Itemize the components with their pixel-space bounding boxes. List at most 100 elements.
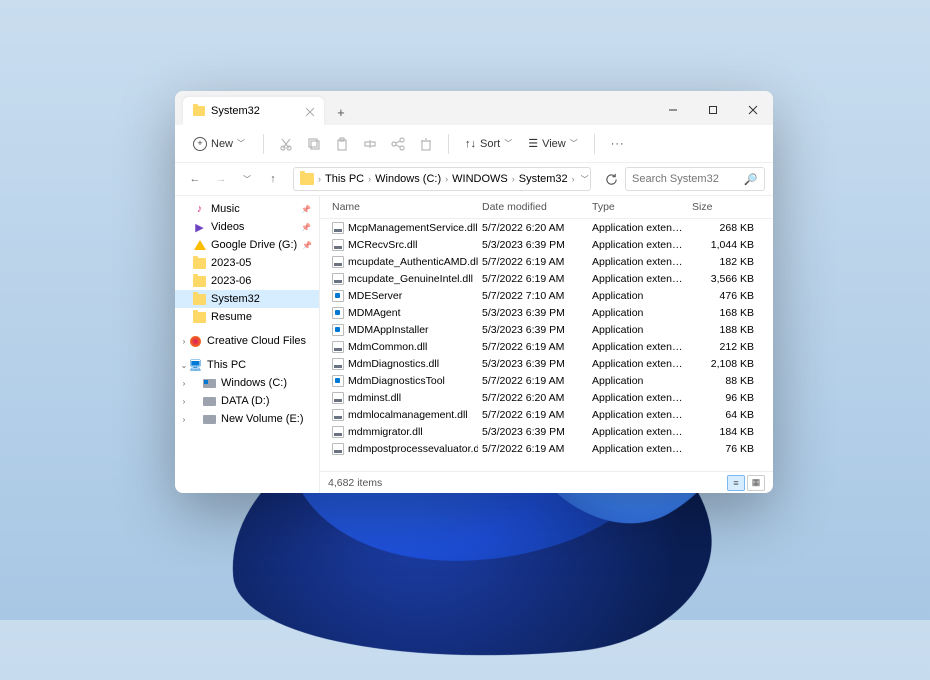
file-icon (332, 307, 344, 319)
sidebar-item[interactable]: ›Creative Cloud Files (175, 332, 319, 350)
breadcrumb-segment[interactable]: WINDOWS (450, 173, 510, 185)
sidebar-item[interactable]: Google Drive (G:) (175, 236, 319, 254)
recent-button[interactable]: ﹀ (235, 167, 259, 191)
file-row[interactable]: MdmCommon.dll5/7/2022 6:19 AMApplication… (320, 338, 773, 355)
breadcrumb-segment[interactable]: System32 (517, 173, 570, 185)
file-row[interactable]: mcupdate_AuthenticAMD.dll5/7/2022 6:19 A… (320, 253, 773, 270)
sidebar-item[interactable]: System32 (175, 290, 319, 308)
sidebar-item[interactable]: Resume (175, 308, 319, 326)
file-row[interactable]: McpManagementService.dll5/7/2022 6:20 AM… (320, 219, 773, 236)
search-input[interactable] (632, 173, 740, 185)
sidebar-item[interactable]: ♪Music (175, 200, 319, 218)
file-type: Application exten… (588, 409, 688, 421)
sidebar-item-drive[interactable]: ›Windows (C:) (175, 374, 319, 392)
file-row[interactable]: mdmlocalmanagement.dll5/7/2022 6:19 AMAp… (320, 406, 773, 423)
file-icon (332, 409, 344, 421)
file-name: mdmmigrator.dll (348, 426, 423, 438)
file-type: Application exten… (588, 222, 688, 234)
column-name[interactable]: Name (328, 199, 478, 215)
column-date[interactable]: Date modified (478, 199, 588, 215)
sidebar-item[interactable]: 2023-06 (175, 272, 319, 290)
navigation-bar: ← → ﹀ ↑ › This PC › Windows (C:) › WINDO… (175, 163, 773, 195)
file-row[interactable]: MDEServer5/7/2022 7:10 AMApplication476 … (320, 287, 773, 304)
up-button[interactable]: ↑ (261, 167, 285, 191)
file-name: MDEServer (348, 290, 402, 302)
view-button[interactable]: ☰ View ﹀ (522, 134, 584, 153)
file-date: 5/3/2023 6:39 PM (478, 324, 588, 336)
file-type: Application exten… (588, 273, 688, 285)
toolbar: + New ﹀ ↑↓ Sort ﹀ ☰ View ﹀ ··· (175, 125, 773, 163)
sidebar-item-label: 2023-05 (211, 257, 251, 269)
rename-button[interactable] (358, 132, 382, 156)
forward-button[interactable]: → (209, 167, 233, 191)
thumbnails-view-toggle[interactable]: ▦ (747, 475, 765, 491)
sidebar-item-label: New Volume (E:) (221, 413, 304, 425)
minimize-button[interactable] (653, 95, 693, 125)
new-label: New (211, 138, 233, 150)
search-box[interactable]: 🔍 (625, 167, 765, 191)
file-row[interactable]: MCRecvSrc.dll5/3/2023 6:39 PMApplication… (320, 236, 773, 253)
file-name: mcupdate_GenuineIntel.dll (348, 273, 473, 285)
column-size[interactable]: Size (688, 199, 758, 215)
file-size: 64 KB (688, 409, 758, 421)
file-row[interactable]: mdmpostprocessevaluator.dll5/7/2022 6:19… (320, 440, 773, 457)
sidebar-item-drive[interactable]: ›DATA (D:) (175, 392, 319, 410)
file-row[interactable]: MdmDiagnostics.dll5/3/2023 6:39 PMApplic… (320, 355, 773, 372)
tab-system32[interactable]: System32 (183, 97, 324, 125)
sidebar-item-label: Videos (211, 221, 244, 233)
file-icon (332, 290, 344, 302)
sort-button[interactable]: ↑↓ Sort ﹀ (459, 135, 518, 153)
file-date: 5/7/2022 7:10 AM (478, 290, 588, 302)
file-type: Application (588, 324, 688, 336)
file-row[interactable]: mdminst.dll5/7/2022 6:20 AMApplication e… (320, 389, 773, 406)
breadcrumb-segment[interactable]: Windows (C:) (373, 173, 443, 185)
file-name: MDMAgent (348, 307, 401, 319)
folder-icon (193, 106, 205, 116)
breadcrumb-segment[interactable]: This PC (323, 173, 366, 185)
file-icon (332, 426, 344, 438)
chevron-right-icon: › (368, 174, 371, 184)
column-type[interactable]: Type (588, 199, 688, 215)
chevron-down-icon[interactable]: ﹀ (577, 174, 591, 185)
sidebar-item-drive[interactable]: ›New Volume (E:) (175, 410, 319, 428)
file-size: 88 KB (688, 375, 758, 387)
new-tab-button[interactable]: + (328, 99, 354, 125)
file-icon (332, 324, 344, 336)
paste-button[interactable] (330, 132, 354, 156)
file-date: 5/7/2022 6:19 AM (478, 256, 588, 268)
share-button[interactable] (386, 132, 410, 156)
chevron-down-icon: ﹀ (504, 138, 512, 149)
new-button[interactable]: + New ﹀ (185, 134, 253, 154)
sidebar-item-thispc[interactable]: ⌄🖥This PC (175, 356, 319, 374)
file-date: 5/7/2022 6:20 AM (478, 392, 588, 404)
sidebar-item[interactable]: ▶Videos (175, 218, 319, 236)
close-tab-icon[interactable] (306, 107, 314, 115)
view-icon: ☰ (528, 137, 538, 150)
sidebar-item[interactable]: 2023-05 (175, 254, 319, 272)
back-button[interactable]: ← (183, 167, 207, 191)
file-type: Application (588, 307, 688, 319)
breadcrumb[interactable]: › This PC › Windows (C:) › WINDOWS › Sys… (293, 167, 591, 191)
file-size: 1,044 KB (688, 239, 758, 251)
maximize-button[interactable] (693, 95, 733, 125)
close-button[interactable] (733, 95, 773, 125)
file-icon (332, 375, 344, 387)
file-type: Application exten… (588, 341, 688, 353)
file-row[interactable]: MdmDiagnosticsTool5/7/2022 6:19 AMApplic… (320, 372, 773, 389)
file-size: 182 KB (688, 256, 758, 268)
details-view-toggle[interactable]: ≡ (727, 475, 745, 491)
delete-button[interactable] (414, 132, 438, 156)
file-size: 76 KB (688, 443, 758, 455)
sidebar-item-label: DATA (D:) (221, 395, 269, 407)
file-row[interactable]: mdmmigrator.dll5/3/2023 6:39 PMApplicati… (320, 423, 773, 440)
file-date: 5/7/2022 6:19 AM (478, 273, 588, 285)
file-row[interactable]: MDMAgent5/3/2023 6:39 PMApplication168 K… (320, 304, 773, 321)
file-row[interactable]: mcupdate_GenuineIntel.dll 5/7/2022 6:19 A… (320, 270, 773, 287)
more-button[interactable]: ··· (605, 138, 631, 150)
file-name: mdmpostprocessevaluator.dll (348, 443, 478, 455)
refresh-button[interactable] (599, 167, 623, 191)
copy-button[interactable] (302, 132, 326, 156)
file-icon (332, 256, 344, 268)
file-row[interactable]: MDMAppInstaller5/3/2023 6:39 PMApplicati… (320, 321, 773, 338)
cut-button[interactable] (274, 132, 298, 156)
